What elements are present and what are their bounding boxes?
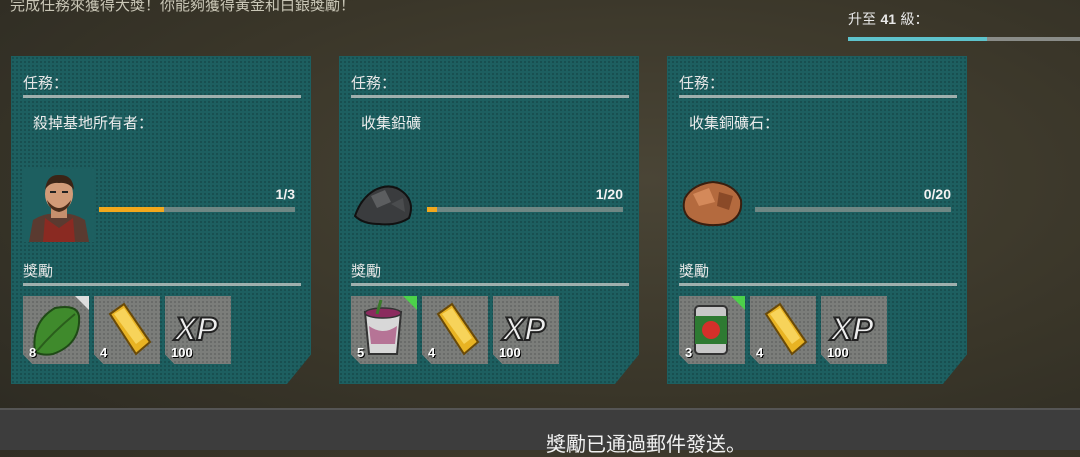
level-label: 升至 41 級： [848, 9, 1080, 29]
copper-ore-icon [679, 168, 751, 242]
reward-list: 5 4 XP 100 [351, 296, 559, 364]
progress-bar [427, 207, 623, 212]
reward-slot[interactable]: XP 100 [493, 296, 559, 364]
level-prefix: 升至 [848, 12, 876, 28]
svg-text:XP: XP [501, 311, 546, 347]
reward-quantity: 4 [428, 345, 436, 360]
reward-title: 獎勵 [23, 262, 54, 280]
task-description: 收集銅礦石： [689, 114, 780, 132]
level-bar [848, 37, 1080, 41]
reward-slot[interactable]: 4 [750, 296, 816, 364]
reward-title: 獎勵 [351, 262, 382, 280]
reward-slot[interactable]: 4 [422, 296, 488, 364]
reward-quantity: 100 [827, 345, 849, 360]
survivor-portrait-icon [23, 168, 95, 242]
task-card-2[interactable]: 任務： 收集鉛礦 1/20 獎勵 5 4 XP 100 [339, 56, 639, 384]
svg-text:XP: XP [173, 311, 218, 347]
task-title: 任務： [351, 74, 397, 92]
reward-quantity: 3 [685, 345, 693, 360]
divider [679, 283, 957, 286]
reward-slot[interactable]: 4 [94, 296, 160, 364]
reward-quantity: 8 [29, 345, 37, 360]
header-subtitle: 完成任務來獲得大獎！你能夠獲得黃金和白銀獎勵！ [10, 0, 356, 14]
task-card-1[interactable]: 任務： 殺掉基地所有者： 1/3 獎勵 8 4 XP 100 [11, 56, 311, 384]
svg-text:XP: XP [829, 311, 874, 347]
reward-quantity: 4 [756, 345, 764, 360]
reward-quantity: 4 [100, 345, 108, 360]
reward-list: 3 4 XP 100 [679, 296, 887, 364]
reward-quantity: 5 [357, 345, 365, 360]
reward-list: 8 4 XP 100 [23, 296, 231, 364]
lead-ore-icon [351, 168, 423, 242]
divider [23, 283, 301, 286]
task-card-3[interactable]: 任務： 收集銅礦石： 0/20 獎勵 3 4 XP 100 [667, 56, 967, 384]
rarity-corner [731, 296, 745, 310]
level-suffix: 級： [900, 12, 929, 28]
footer-message: 獎勵已通過郵件發送。 [546, 432, 746, 456]
task-title: 任務： [679, 74, 725, 92]
level-number: 41 [880, 11, 897, 27]
footer-bar: 獎勵已通過郵件發送。 [0, 408, 1080, 456]
task-description: 殺掉基地所有者： [33, 114, 154, 132]
divider [23, 95, 301, 98]
progress-bar-fill [427, 207, 437, 212]
reward-slot[interactable]: XP 100 [821, 296, 887, 364]
divider [351, 283, 629, 286]
progress-bar [755, 207, 951, 212]
progress-count: 1/3 [275, 186, 295, 202]
level-bar-fill [848, 37, 988, 41]
reward-quantity: 100 [171, 345, 193, 360]
rarity-corner [403, 296, 417, 310]
divider [351, 95, 629, 98]
rarity-corner [75, 296, 89, 310]
progress-count: 0/20 [923, 186, 951, 202]
progress-bar [99, 207, 295, 212]
level-progress: 升至 41 級： [848, 9, 1080, 41]
divider [679, 95, 957, 98]
reward-slot[interactable]: 3 [679, 296, 745, 364]
reward-quantity: 100 [499, 345, 521, 360]
progress-bar-fill [99, 207, 165, 212]
reward-slot[interactable]: 5 [351, 296, 417, 364]
reward-title: 獎勵 [679, 262, 710, 280]
reward-slot[interactable]: 8 [23, 296, 89, 364]
task-title: 任務： [23, 74, 69, 92]
reward-slot[interactable]: XP 100 [165, 296, 231, 364]
task-description: 收集鉛礦 [361, 114, 422, 132]
progress-count: 1/20 [595, 186, 623, 202]
